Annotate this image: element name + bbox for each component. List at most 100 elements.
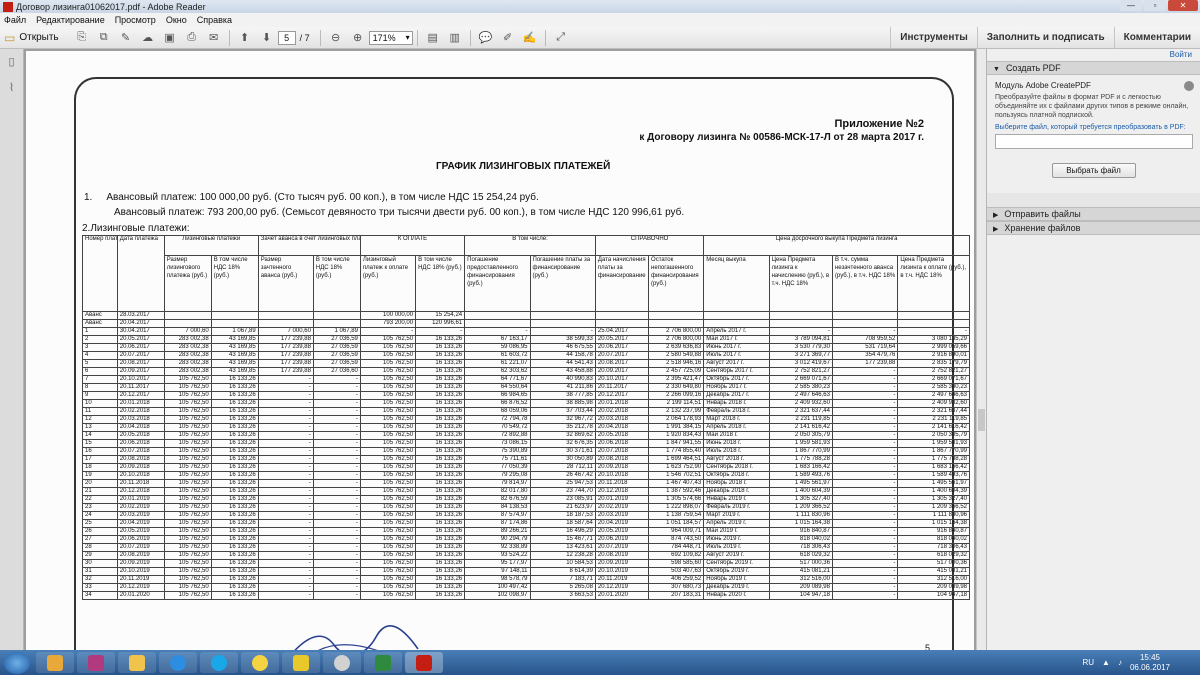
close-button[interactable]: ✕ [1168,0,1198,11]
tab-tools[interactable]: Инструменты [890,27,977,49]
table-cell: 1 959 581,93 [897,439,970,448]
table-cell: Май 2018 г. [703,431,770,440]
table-cell: 20.11.2017 [594,383,650,392]
zoom-in-icon[interactable]: ⊕ [350,31,366,45]
table-cell: - [831,431,899,440]
task-ie[interactable] [159,652,197,673]
table-cell: 16 133,26 [415,495,466,504]
scrollbar-thumb[interactable] [978,409,985,431]
signin-link[interactable]: Войти [987,49,1200,61]
table-cell: 2 639 636,83 [648,343,705,352]
table-cell: 1 067,89 [312,327,361,336]
highlight-icon[interactable]: ✐ [500,31,516,45]
table-cell: 2 050 305,79 [768,431,833,440]
clock[interactable]: 15:45 06.06.2017 [1130,653,1170,673]
language-indicator[interactable]: RU [1082,658,1094,667]
table-cell [648,311,705,320]
table-cell: - [312,463,361,472]
minimize-button[interactable]: — [1120,0,1142,11]
save-icon[interactable]: ▣ [162,31,178,45]
task-skype[interactable] [200,652,238,673]
table-cell: 105 762,50 [359,487,417,496]
table-cell: - [831,559,899,568]
menu-view[interactable]: Просмотр [115,15,156,25]
fullscreen-icon[interactable]: ⤢ [553,31,569,45]
fit-width-icon[interactable]: ▥ [447,31,463,45]
menu-help[interactable]: Справка [197,15,232,25]
table-cell: Январь 2020 г. [703,591,770,600]
create-pdf-icon[interactable]: ⎘ [74,31,90,45]
task-winrar[interactable] [77,652,115,673]
menu-file[interactable]: Файл [4,15,26,25]
table-cell: 20.02.2019 [116,503,165,512]
table-cell: 27 036,60 [312,367,361,376]
choose-file-button[interactable]: Выбрать файл [1051,163,1136,178]
table-cell: - [831,503,899,512]
store-files-header[interactable]: ▶ Хранение файлов [987,221,1200,235]
page-number-input[interactable]: 5 [277,30,296,45]
task-adobe-reader[interactable] [405,652,443,673]
table-cell: 16 133,26 [210,415,259,424]
table-cell: Октябрь 2017 г. [703,375,770,384]
maximize-button[interactable]: ▫ [1144,0,1166,11]
comment-icon[interactable]: 💬 [478,31,494,45]
pages-icon[interactable]: ▯ [5,55,19,69]
table-cell: 818 040,02 [768,535,833,544]
menu-window[interactable]: Окно [166,15,187,25]
attachment-icon[interactable]: ⌇ [5,81,19,95]
task-media-player[interactable] [36,652,74,673]
task-batman[interactable] [282,652,320,673]
cloud-icon[interactable]: ☁ [140,31,156,45]
page-up-icon[interactable]: ⬆ [237,31,253,45]
table-cell: 105 762,50 [359,591,417,600]
table-cell: 16 133,26 [415,423,466,432]
table-cell: 283 002,38 [163,335,212,344]
payment-rows: 1 30.04.2017 7 000,60 1 067,89 7 000,60 1 067… [82,327,970,600]
print-icon[interactable]: ⎙ [184,31,200,45]
choose-file-label: Выберите файл, который требуется преобра… [995,124,1186,131]
vertical-scrollbar[interactable] [976,49,986,650]
table-cell: 20.08.2017 [116,359,165,368]
zoom-select[interactable]: 171% [368,30,413,45]
start-button[interactable] [4,651,30,674]
table-cell: 44 541,43 [529,359,596,368]
file-path-input[interactable] [995,134,1193,149]
table-cell: 16 133,26 [210,591,259,600]
tab-fill-sign[interactable]: Заполнить и подписать [976,27,1114,49]
table-cell: - [257,559,314,568]
menu-edit[interactable]: Редактирование [36,15,105,25]
network-icon[interactable]: ▲ [1102,658,1110,667]
combine-icon[interactable]: ⧉ [96,31,112,45]
tab-comments[interactable]: Комментарии [1113,27,1200,49]
email-icon[interactable]: ✉ [206,31,222,45]
send-files-header[interactable]: ▶ Отправить файлы [987,207,1200,221]
table-cell: 20.07.2017 [594,351,650,360]
table-cell [897,319,970,328]
table-row: 13 20.04.2018 105 762,50 16 133,26- -105 762… [82,423,970,432]
fit-page-icon[interactable]: ▤ [425,31,441,45]
table-cell: 105 762,50 [163,447,212,456]
table-cell: 105 762,50 [359,535,417,544]
edit-icon[interactable]: ✎ [118,31,134,45]
table-cell: 16 133,26 [415,527,466,536]
volume-icon[interactable]: ♪ [1118,658,1122,667]
table-row: 19 20.10.2018 105 762,50 16 133,26- -105 762… [82,471,970,480]
table-cell: 59 086,95 [464,343,531,352]
table-cell: Июнь 2019 г. [703,535,770,544]
table-row: 2 20.05.2017 283 002,38 43 169,85 177 239,88… [82,335,970,344]
open-button[interactable]: ▭ Открыть [4,31,59,45]
task-explorer[interactable] [118,652,156,673]
page-down-icon[interactable]: ⬇ [259,31,275,45]
table-cell: 16 133,26 [415,375,466,384]
table-cell: - [312,583,361,592]
sign-icon[interactable]: ✍ [522,31,538,45]
table-row: 22 20.01.2019 105 762,50 16 133,26- -105 762… [82,495,970,504]
table-cell: - [831,367,899,376]
table-cell: 105 762,50 [359,367,417,376]
task-excel[interactable] [364,652,402,673]
create-pdf-header[interactable]: ▼ Создать PDF [987,61,1200,75]
task-1c[interactable] [241,652,279,673]
zoom-out-icon[interactable]: ⊖ [328,31,344,45]
task-agent[interactable] [323,652,361,673]
table-cell: - [257,583,314,592]
